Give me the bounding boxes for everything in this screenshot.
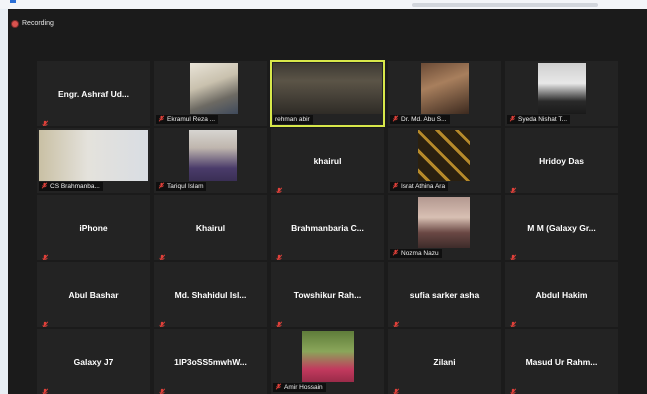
participant-name: Brahmanbaria C... (291, 222, 364, 233)
recording-indicator[interactable]: Recording (12, 20, 54, 27)
participant-name: Hridoy Das (539, 155, 584, 166)
participant-tile[interactable]: Abul Bashar (37, 262, 150, 327)
muted-mic-icon (392, 115, 399, 124)
muted-mic-icon (392, 182, 399, 191)
participant-video (421, 63, 469, 114)
participant-tile[interactable]: Galaxy J7 (37, 329, 150, 394)
participant-tile[interactable]: Towshikur Rah... (271, 262, 384, 327)
participant-video (418, 197, 470, 248)
participant-tile[interactable]: Ekramul Reza ... (154, 61, 267, 126)
participant-tile[interactable]: Amir Hossain (271, 329, 384, 394)
muted-mic-icon (41, 182, 48, 191)
muted-mic-icon (509, 249, 517, 260)
participant-video (302, 331, 354, 382)
muted-mic-icon (392, 383, 400, 394)
participant-video (418, 130, 470, 181)
participant-tile[interactable]: Syeda Nishat T... (505, 61, 618, 126)
participant-tile[interactable]: Brahmanbaria C... (271, 195, 384, 260)
participant-name: Syeda Nishat T... (518, 116, 568, 123)
participant-name: Towshikur Rah... (293, 289, 362, 300)
participant-namebar: Israt Athina Ara (390, 182, 449, 191)
muted-mic-icon (509, 115, 516, 124)
muted-mic-icon (392, 316, 400, 327)
participant-tile[interactable]: Khairul (154, 195, 267, 260)
participant-name: rehman abir (275, 116, 310, 123)
participant-namebar: Amir Hossain (273, 383, 326, 392)
participant-name: Engr. Ashraf Ud... (57, 88, 129, 99)
participant-name: Israt Athina Ara (401, 183, 446, 190)
recording-label: Recording (22, 20, 54, 27)
participant-tile[interactable]: Engr. Ashraf Ud... (37, 61, 150, 126)
muted-mic-icon (158, 249, 166, 260)
participant-tile[interactable]: Israt Athina Ara (388, 128, 501, 193)
participant-namebar: Dr. Md. Abu S... (390, 115, 450, 124)
participant-name: CS Brahmanba... (50, 183, 100, 190)
recording-dot-icon (12, 20, 18, 27)
participant-video (190, 63, 238, 114)
participant-name: Khairul (195, 222, 226, 233)
muted-mic-icon (158, 383, 166, 394)
participant-name: M M (Galaxy Gr... (527, 222, 596, 233)
participant-namebar: Tariqul Islam (156, 182, 207, 191)
participant-tile[interactable]: iPhone (37, 195, 150, 260)
muted-mic-icon (275, 383, 282, 392)
muted-mic-icon (275, 182, 283, 193)
participant-namebar: Ekramul Reza ... (156, 115, 219, 124)
muted-mic-icon (275, 249, 283, 260)
participant-name: 1IP3oSS5mwhW... (174, 356, 247, 367)
participant-namebar: Nozma Nazu (390, 249, 442, 258)
muted-mic-icon (509, 316, 517, 327)
participant-name: khairul (313, 155, 342, 166)
participant-name: sufia sarker asha (409, 289, 480, 300)
muted-mic-icon (275, 316, 283, 327)
participant-tile[interactable]: Md. Shahidul Isl... (154, 262, 267, 327)
participant-tile[interactable]: Tariqul Islam (154, 128, 267, 193)
participant-video (538, 63, 586, 114)
participant-namebar: CS Brahmanba... (39, 182, 103, 191)
participant-namebar: Syeda Nishat T... (507, 115, 571, 124)
participant-tile[interactable]: Hridoy Das (505, 128, 618, 193)
participant-video (189, 130, 237, 181)
participant-tile[interactable]: CS Brahmanba... (37, 128, 150, 193)
muted-mic-icon (41, 316, 49, 327)
top-strip (0, 0, 647, 9)
participant-name: Dr. Md. Abu S... (401, 116, 447, 123)
participant-tile[interactable]: Abdul Hakim (505, 262, 618, 327)
participant-name: iPhone (79, 222, 108, 233)
participant-video (39, 130, 148, 181)
participant-name: Nozma Nazu (401, 250, 439, 257)
participant-tile[interactable]: Nozma Nazu (388, 195, 501, 260)
participant-name: Md. Shahidul Isl... (174, 289, 247, 300)
top-bar (412, 3, 598, 7)
participant-tile[interactable]: M M (Galaxy Gr... (505, 195, 618, 260)
participant-name: Tariqul Islam (167, 183, 204, 190)
participant-tile[interactable]: sufia sarker asha (388, 262, 501, 327)
participant-name: Zilani (433, 356, 456, 367)
muted-mic-icon (158, 316, 166, 327)
participant-name: Amir Hossain (284, 384, 323, 391)
participant-namebar: rehman abir (273, 115, 313, 124)
participant-tile[interactable]: rehman abir (270, 60, 385, 127)
muted-mic-icon (509, 383, 517, 394)
muted-mic-icon (41, 249, 49, 260)
participant-tile[interactable]: Dr. Md. Abu S... (388, 61, 501, 126)
participant-video (273, 63, 382, 114)
muted-mic-icon (41, 383, 49, 394)
muted-mic-icon (158, 182, 165, 191)
top-blip (10, 0, 16, 3)
muted-mic-icon (41, 115, 49, 126)
participant-name: Abdul Hakim (535, 289, 588, 300)
participant-name: Galaxy J7 (73, 356, 114, 367)
muted-mic-icon (392, 249, 399, 258)
participant-name: Masud Ur Rahm... (525, 356, 598, 367)
participant-name: Ekramul Reza ... (167, 116, 216, 123)
muted-mic-icon (158, 115, 165, 124)
participant-tile[interactable]: Masud Ur Rahm... (505, 329, 618, 394)
meeting-window: Recording Engr. Ashraf Ud... Ekramul Reza… (8, 9, 647, 394)
participant-tile[interactable]: khairul (271, 128, 384, 193)
participant-tile[interactable]: 1IP3oSS5mwhW... (154, 329, 267, 394)
participant-tile[interactable]: Zilani (388, 329, 501, 394)
muted-mic-icon (509, 182, 517, 193)
participant-name: Abul Bashar (68, 289, 119, 300)
